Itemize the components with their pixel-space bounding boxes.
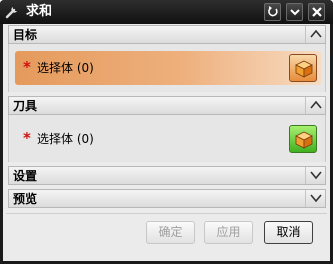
title-bar[interactable]: 求和 [0, 0, 333, 24]
section-title-tool: 刀具 [13, 99, 38, 113]
dialog-window: 求和 目标 * 选择体 (0) 刀具 * 选择体 (0) 设置 预览 确定 应用… [0, 0, 333, 264]
footer-divider [6, 213, 327, 214]
close-button[interactable] [308, 3, 325, 21]
window-title: 求和 [26, 4, 53, 19]
tool-select-body-row[interactable]: * 选择体 (0) [15, 122, 321, 156]
section-header-tool[interactable]: 刀具 [8, 96, 326, 115]
section-title-target: 目标 [13, 28, 38, 42]
reset-button[interactable] [264, 3, 281, 21]
section-header-target[interactable]: 目标 [8, 25, 326, 44]
section-toggle-settings[interactable] [305, 167, 325, 184]
close-icon [312, 7, 322, 17]
chevron-down-icon [290, 9, 300, 16]
dialog-body: 目标 * 选择体 (0) 刀具 * 选择体 (0) 设置 预览 确定 应用 取消 [3, 24, 330, 261]
required-mark: * [23, 58, 31, 76]
tool-select-body-label: 选择体 (0) [37, 132, 94, 146]
chevron-up-icon [310, 100, 322, 109]
section-toggle-tool[interactable] [305, 97, 325, 114]
required-mark: * [23, 129, 31, 147]
section-header-settings[interactable]: 设置 [8, 166, 326, 185]
solid-body-cube-icon [295, 131, 313, 149]
section-title-settings: 设置 [13, 169, 38, 183]
cancel-button[interactable]: 取消 [264, 221, 313, 244]
tool-select-body-button[interactable] [289, 125, 317, 153]
section-body-tool: * 选择体 (0) [8, 115, 326, 162]
target-select-body-row[interactable]: * 选择体 (0) [15, 51, 321, 85]
section-body-target: * 选择体 (0) [8, 44, 326, 92]
target-select-body-button[interactable] [289, 54, 317, 82]
chevron-down-icon [310, 171, 322, 180]
apply-button[interactable]: 应用 [204, 221, 253, 244]
chevron-up-icon [310, 29, 322, 38]
ok-button[interactable]: 确定 [146, 221, 195, 244]
collapse-button[interactable] [286, 3, 303, 21]
wrench-icon [4, 4, 20, 20]
chevron-down-icon [310, 194, 322, 203]
target-select-body-label: 选择体 (0) [37, 61, 94, 75]
section-header-preview[interactable]: 预览 [8, 189, 326, 208]
reset-icon [268, 6, 278, 17]
section-toggle-target[interactable] [305, 26, 325, 43]
section-toggle-preview[interactable] [305, 190, 325, 207]
section-title-preview: 预览 [13, 192, 38, 206]
solid-body-cube-icon [295, 60, 313, 78]
